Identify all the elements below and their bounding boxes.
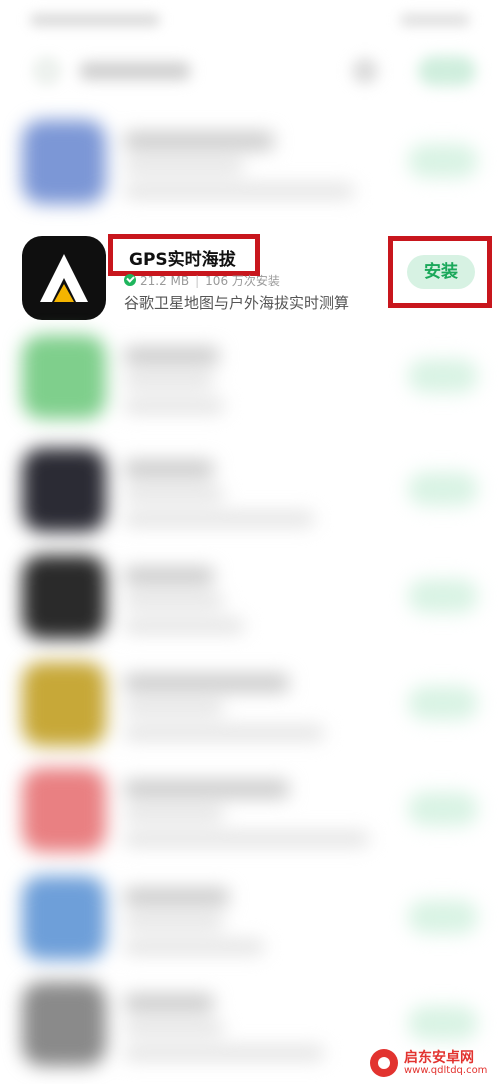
meta-separator: | — [195, 274, 200, 288]
app-meta — [124, 702, 224, 714]
app-icon — [22, 768, 106, 852]
search-bar[interactable] — [0, 40, 500, 100]
list-item[interactable] — [0, 325, 500, 435]
install-button[interactable] — [408, 472, 478, 506]
app-icon — [22, 982, 106, 1066]
app-installs: 106 万次安装 — [205, 274, 280, 288]
app-title — [124, 780, 289, 798]
watermark-logo-icon — [370, 1049, 398, 1077]
app-description — [124, 619, 244, 633]
app-size: 21.2 MB — [140, 274, 190, 288]
install-button[interactable] — [408, 144, 478, 178]
app-icon — [22, 448, 106, 532]
app-description — [124, 832, 369, 846]
app-meta — [124, 1022, 224, 1034]
app-icon — [22, 335, 106, 419]
app-description — [124, 726, 324, 740]
install-button[interactable] — [408, 579, 478, 613]
highlight-box-name: GPS实时海拔 — [108, 234, 260, 276]
mountain-peak-icon — [22, 236, 106, 320]
install-button[interactable] — [408, 792, 478, 826]
clear-icon[interactable] — [352, 58, 378, 84]
app-meta: 21.2 MB | 106 万次安装 — [124, 272, 280, 289]
app-meta — [124, 808, 224, 820]
app-description — [124, 184, 354, 198]
app-title: GPS实时海拔 — [129, 250, 236, 270]
app-title — [124, 132, 274, 150]
app-title — [124, 460, 214, 478]
app-title — [124, 567, 214, 585]
app-icon — [22, 662, 106, 746]
app-meta — [124, 916, 224, 928]
app-description: 谷歌卫星地图与户外海拔实时测算 — [124, 294, 350, 312]
watermark: 启东安卓网 www.qdltdq.com — [370, 1046, 496, 1080]
install-button[interactable] — [408, 1006, 478, 1040]
app-title — [124, 674, 289, 692]
search-button[interactable] — [418, 56, 476, 86]
app-icon — [22, 555, 106, 639]
app-title — [124, 347, 219, 365]
app-title — [124, 888, 229, 906]
app-meta — [124, 488, 224, 500]
list-item[interactable] — [0, 545, 500, 655]
list-item[interactable] — [0, 758, 500, 868]
status-bar-left — [30, 14, 160, 26]
list-item[interactable] — [0, 438, 500, 548]
list-item-featured[interactable]: GPS实时海拔 21.2 MB | 106 万次安装 谷歌卫星地图与户外海拔实时测算… — [0, 230, 500, 330]
highlight-box-install: 安装 — [388, 236, 492, 308]
app-description — [124, 940, 264, 954]
app-icon — [22, 876, 106, 960]
verified-check-icon — [124, 274, 136, 286]
search-icon — [36, 60, 58, 82]
app-description — [124, 399, 224, 413]
install-button[interactable] — [408, 359, 478, 393]
watermark-url: www.qdltdq.com — [404, 1065, 488, 1076]
install-button[interactable]: 安装 — [407, 255, 475, 289]
list-item[interactable] — [0, 110, 500, 220]
app-icon — [22, 120, 106, 204]
status-bar-right — [400, 14, 470, 26]
search-input[interactable] — [80, 62, 190, 80]
app-meta — [124, 595, 224, 607]
app-meta — [124, 375, 214, 387]
status-bar — [0, 0, 500, 36]
app-title — [124, 994, 214, 1012]
list-item[interactable] — [0, 652, 500, 762]
watermark-name: 启东安卓网 — [404, 1050, 474, 1066]
app-description — [124, 1046, 324, 1060]
list-item[interactable] — [0, 866, 500, 976]
install-button[interactable] — [408, 900, 478, 934]
app-description — [124, 512, 314, 526]
install-button[interactable] — [408, 686, 478, 720]
app-meta — [124, 160, 244, 172]
